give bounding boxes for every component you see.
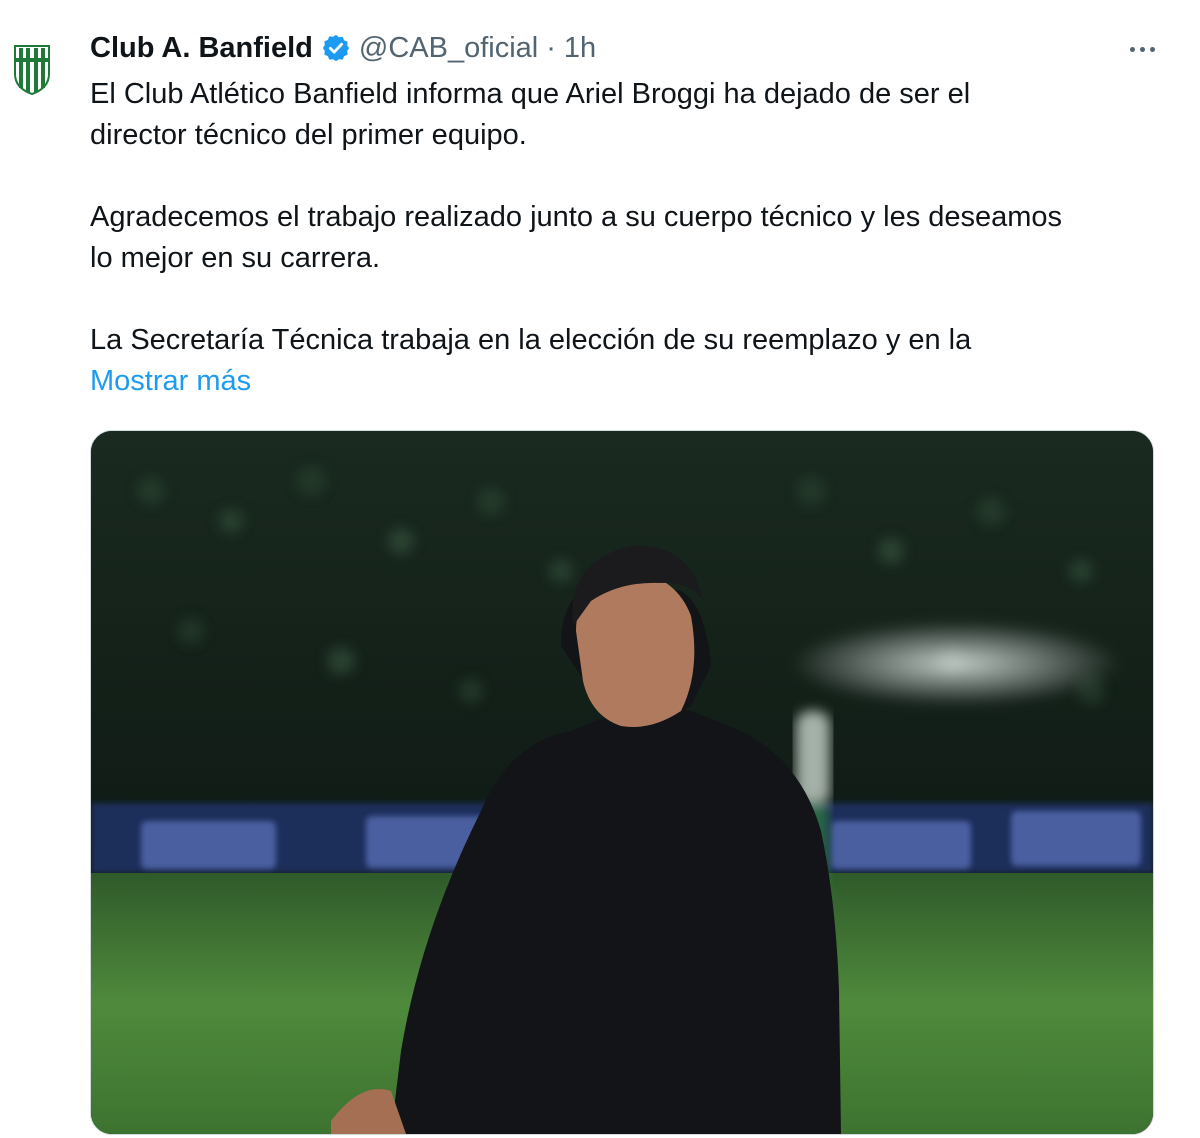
tweet-text-line: La Secretaría Técnica trabaja en la elec… [90,324,972,356]
separator-dot: · [546,31,556,64]
more-options-icon[interactable] [1122,34,1162,64]
tweet-text: El Club Atlético Banfield informa que Ar… [90,74,1170,402]
tweet-card[interactable]: Club A. Banfield @CAB_oficial · 1h El Cl… [0,0,1200,1138]
author-name[interactable]: Club A. Banfield [90,32,313,65]
avatar[interactable] [8,38,56,98]
banfield-crest-icon [14,45,50,96]
tweet-text-line: lo mejor en su carrera. [90,242,381,274]
photo-image [91,431,1153,1134]
verified-badge-icon [321,33,351,63]
author-handle[interactable]: @CAB_oficial [359,32,538,65]
tweet-photo[interactable] [90,430,1154,1135]
tweet-text-line: Agradecemos el trabajo realizado junto a… [90,201,1063,233]
tweet-text-line: El Club Atlético Banfield informa que Ar… [90,78,971,110]
tweet-timestamp[interactable]: 1h [564,32,596,65]
tweet-header: Club A. Banfield @CAB_oficial · 1h [90,28,596,68]
tweet-text-line: director técnico del primer equipo. [90,119,527,151]
show-more-link[interactable]: Mostrar más [90,361,251,402]
